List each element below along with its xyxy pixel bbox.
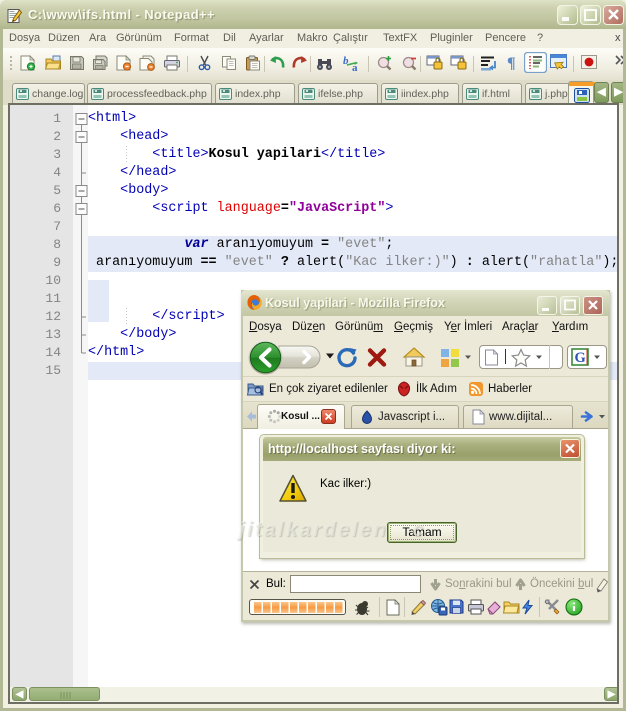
svg-text:¶: ¶ <box>507 55 516 71</box>
svg-text:G: G <box>575 350 586 366</box>
